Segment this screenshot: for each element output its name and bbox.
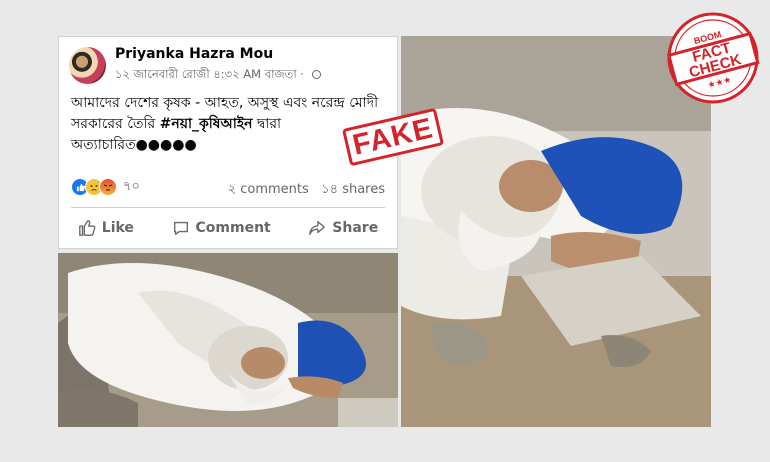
post-timestamp: ১২ জানেবারী রোজী ৪:৩২ AM বাজতা · xyxy=(115,66,321,85)
post-text: আমাদের দেশের কৃষক - আহত, অসুস্থ এবং নরেন… xyxy=(71,93,389,156)
like-button[interactable]: Like xyxy=(78,219,134,237)
comment-button[interactable]: Comment xyxy=(172,219,271,237)
avatar[interactable] xyxy=(69,47,106,84)
like-label: Like xyxy=(101,220,134,236)
post-author[interactable]: Priyanka Hazra Mou xyxy=(115,46,273,62)
share-arrow-icon xyxy=(309,221,326,235)
post-actions: Like Comment Share xyxy=(59,213,397,243)
boom-fact-check-logo: BOOM FACT CHECK ★★★ xyxy=(666,12,760,104)
thumbs-up-icon xyxy=(78,220,96,236)
comments-count[interactable]: ২ comments xyxy=(228,182,309,197)
hashtag-link[interactable]: #নয়া_কৃষিআইন xyxy=(160,116,253,132)
timestamp-text[interactable]: ১২ জানেবারী রোজী ৪:৩২ AM বাজতা · xyxy=(115,67,304,81)
comment-bubble-icon xyxy=(173,221,188,235)
globe-icon xyxy=(311,70,321,79)
share-label: Share xyxy=(332,220,379,236)
shares-count[interactable]: ১৪ shares xyxy=(321,182,385,197)
angry-reaction-icon xyxy=(99,178,117,196)
divider xyxy=(71,207,385,208)
comment-label: Comment xyxy=(195,220,271,236)
reactions-summary[interactable]: ৭০ xyxy=(71,177,140,197)
post-stats: ২ comments ১৪ shares xyxy=(228,180,385,201)
post-photo-left xyxy=(58,253,398,427)
share-button[interactable]: Share xyxy=(308,219,378,237)
reaction-count: ৭০ xyxy=(123,178,140,194)
